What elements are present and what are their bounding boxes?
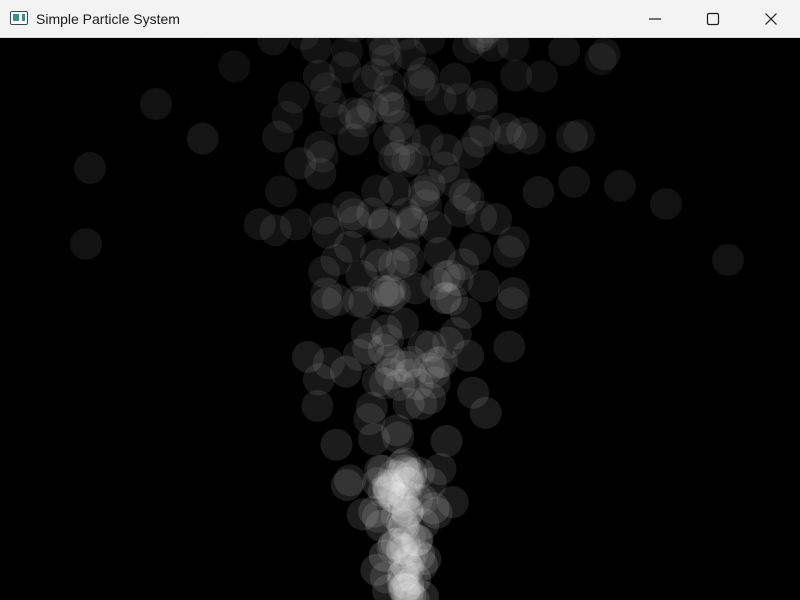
particle: [330, 469, 363, 501]
particle: [257, 38, 290, 56]
window-title: Simple Particle System: [36, 11, 180, 27]
maximize-button[interactable]: [684, 0, 742, 37]
particle: [279, 208, 312, 241]
particle: [480, 203, 513, 236]
maximize-icon: [706, 12, 720, 26]
particle: [584, 43, 617, 76]
particle: [358, 423, 390, 456]
particle: [186, 122, 219, 155]
particle: [452, 38, 485, 63]
particle: [497, 277, 530, 310]
particle: [650, 188, 682, 220]
particle: [466, 87, 499, 120]
particle: [372, 84, 405, 117]
particle: [368, 206, 401, 239]
particle: [469, 396, 502, 429]
particle: [506, 117, 539, 150]
particle: [493, 330, 526, 363]
particle: [373, 344, 406, 377]
particle: [345, 105, 377, 138]
particle: [447, 248, 480, 281]
particle: [330, 355, 362, 388]
particle: [310, 72, 343, 105]
particle: [70, 228, 102, 260]
particle: [548, 38, 581, 67]
particle: [424, 83, 457, 116]
particle: [306, 140, 339, 173]
particle: [563, 119, 596, 152]
close-icon: [765, 13, 777, 25]
particle: [604, 170, 636, 202]
close-button[interactable]: [742, 0, 800, 37]
particle: [243, 208, 276, 241]
particle: [438, 165, 471, 198]
particle: [345, 259, 378, 292]
minimize-icon: [649, 18, 661, 20]
particle: [522, 176, 555, 209]
particle: [430, 425, 463, 457]
particle: [452, 339, 485, 372]
particle: [310, 277, 343, 310]
app-window-icon: [10, 11, 28, 25]
particle: [378, 173, 411, 206]
particle: [264, 175, 297, 208]
particle: [381, 482, 414, 515]
particle: [262, 120, 294, 153]
title-bar[interactable]: Simple Particle System: [0, 0, 800, 38]
particle: [74, 152, 106, 184]
particle: [389, 546, 422, 579]
particle: [320, 428, 353, 461]
particle: [449, 296, 482, 329]
particle-layer: [70, 38, 744, 600]
particle: [140, 88, 172, 120]
particle: [291, 340, 324, 373]
particle-canvas[interactable]: [0, 38, 800, 600]
particle: [408, 175, 440, 207]
particle: [373, 281, 406, 314]
particle: [401, 368, 434, 401]
particle: [712, 244, 744, 276]
particle: [436, 486, 469, 519]
particle: [378, 142, 411, 175]
particle: [493, 235, 525, 268]
particle: [430, 133, 463, 166]
particle: [346, 498, 379, 531]
particle: [218, 50, 251, 83]
minimize-button[interactable]: [626, 0, 684, 37]
particle: [558, 165, 591, 198]
app-window: Simple Particle System: [0, 0, 800, 600]
particle: [500, 59, 533, 92]
particle: [309, 202, 341, 235]
particle: [355, 391, 388, 424]
